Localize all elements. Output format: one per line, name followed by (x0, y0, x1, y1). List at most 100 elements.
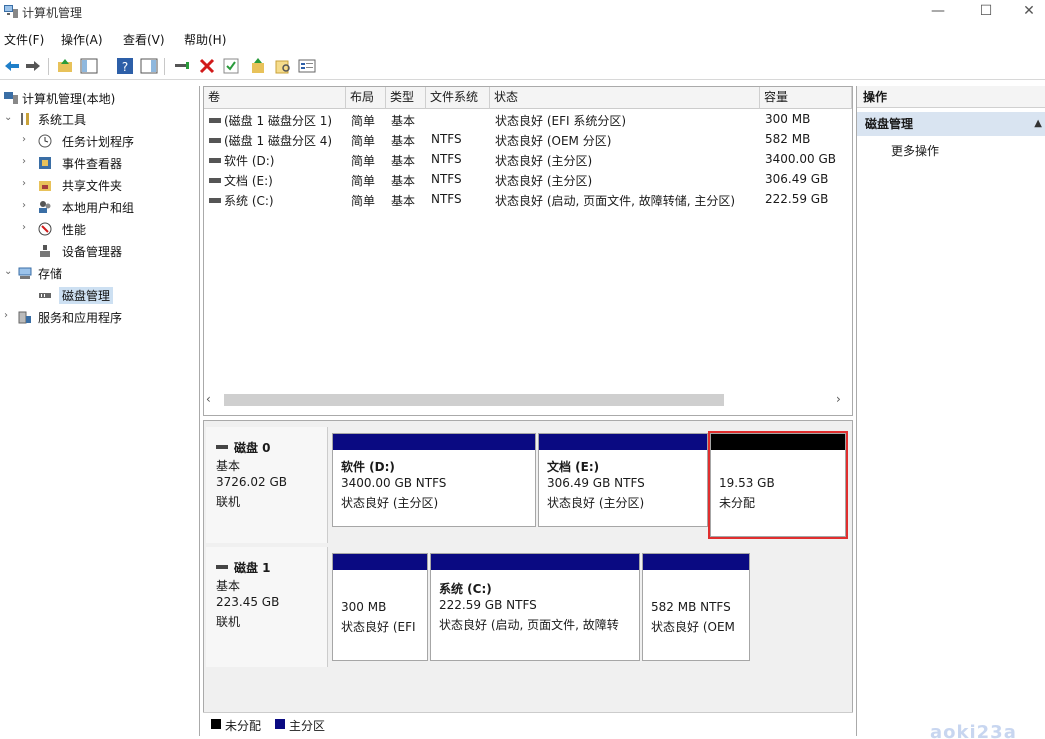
legend-swatch-unallocated (211, 719, 221, 729)
back-arrow-icon[interactable] (3, 57, 21, 75)
column-header-volume[interactable]: 卷 (204, 87, 346, 109)
legend-label-primary: 主分区 (289, 719, 326, 733)
tree-item-disk-management[interactable]: 磁盘管理 (22, 286, 192, 306)
primary-partition-bar (333, 434, 535, 450)
actions-section-disk-management[interactable]: 磁盘管理 ▲ (857, 112, 1045, 136)
table-row[interactable]: 系统 (C:) 简单 基本 NTFS 状态良好 (启动, 页面文件, 故障转储,… (204, 190, 852, 210)
disk-graphical-view: 磁盘 0 基本 3726.02 GB 联机 软件 (D:) 3400.00 GB… (203, 420, 853, 736)
disk-0-label[interactable]: 磁盘 0 基本 3726.02 GB 联机 (206, 427, 328, 543)
volume-list: 卷 布局 类型 文件系统 状态 容量 (磁盘 1 磁盘分区 1) 简单 基本 状… (203, 86, 853, 416)
show-hide-action-pane-icon[interactable] (140, 57, 158, 75)
partition-d[interactable]: 软件 (D:) 3400.00 GB NTFS 状态良好 (主分区) (332, 433, 536, 527)
expand-toggle[interactable]: › (22, 134, 34, 145)
table-row[interactable]: 软件 (D:) 简单 基本 NTFS 状态良好 (主分区) 3400.00 GB (204, 150, 852, 170)
tools-icon (21, 113, 29, 125)
watermark-logo: aoki23a (930, 722, 1017, 739)
svg-text:?: ? (122, 60, 128, 74)
partition-c[interactable]: 系统 (C:) 222.59 GB NTFS 状态良好 (启动, 页面文件, 故… (430, 553, 640, 661)
column-header-layout[interactable]: 布局 (346, 87, 386, 109)
delete-icon[interactable] (198, 57, 216, 75)
help-icon[interactable]: ? (116, 57, 134, 75)
expand-toggle[interactable]: › (4, 310, 16, 321)
properties-icon[interactable] (298, 57, 316, 75)
expand-toggle[interactable]: › (22, 200, 34, 211)
tree-item-shared-folders[interactable]: › 共享文件夹 (22, 176, 192, 196)
up-folder-icon[interactable] (56, 57, 74, 75)
users-icon (39, 201, 51, 213)
device-manager-icon (40, 245, 50, 257)
actions-header: 操作 (857, 86, 1045, 108)
actions-pane: 操作 磁盘管理 ▲ 更多操作 (856, 86, 1045, 736)
primary-partition-bar (643, 554, 749, 570)
table-row[interactable]: (磁盘 1 磁盘分区 4) 简单 基本 NTFS 状态良好 (OEM 分区) 5… (204, 130, 852, 150)
highlight-outline (708, 431, 848, 539)
maximize-button[interactable]: ☐ (966, 2, 1006, 22)
collapse-arrow-icon[interactable]: ▲ (1034, 112, 1042, 136)
column-header-type[interactable]: 类型 (386, 87, 426, 109)
volume-icon (209, 118, 221, 123)
expand-toggle[interactable]: › (22, 222, 34, 233)
tree-item-local-users[interactable]: › 本地用户和组 (22, 198, 192, 218)
storage-icon (18, 267, 32, 279)
partition-e[interactable]: 文档 (E:) 306.49 GB NTFS 状态良好 (主分区) (538, 433, 708, 527)
disk-1-label[interactable]: 磁盘 1 基本 223.45 GB 联机 (206, 547, 328, 667)
expand-toggle[interactable]: ⌄ (4, 112, 16, 123)
scroll-right-arrow-icon[interactable]: › (836, 392, 850, 406)
volume-icon (209, 198, 221, 203)
primary-partition-bar (539, 434, 707, 450)
primary-partition-bar (431, 554, 639, 570)
table-row[interactable]: 文档 (E:) 简单 基本 NTFS 状态良好 (主分区) 306.49 GB (204, 170, 852, 190)
legend-label-unallocated: 未分配 (225, 719, 262, 733)
computer-management-icon (4, 92, 18, 104)
tree-item-device-manager[interactable]: 设备管理器 (22, 242, 192, 262)
disk-icon (216, 445, 228, 449)
tree-item-event-viewer[interactable]: › 事件查看器 (22, 154, 192, 174)
tree-item-system-tools[interactable]: ⌄ 系统工具 (4, 110, 194, 130)
tree-item-performance[interactable]: › 性能 (22, 220, 192, 240)
horizontal-scrollbar[interactable]: ‹ › (203, 390, 853, 410)
menu-help[interactable]: 帮助(H) (184, 31, 226, 48)
window-title: 计算机管理 (22, 6, 83, 20)
minimize-button[interactable]: — (918, 2, 958, 22)
partition-efi[interactable]: 300 MB 状态良好 (EFI (332, 553, 428, 661)
connect-icon[interactable] (173, 57, 191, 75)
volume-icon (209, 158, 221, 163)
more-actions-link[interactable]: 更多操作 (891, 142, 939, 159)
console-tree: 计算机管理(本地) ⌄ 系统工具 › 任务计划程序 › 事件查看器 › 共享文件… (0, 86, 200, 736)
volume-list-header: 卷 布局 类型 文件系统 状态 容量 (204, 87, 852, 109)
import-icon[interactable] (249, 57, 267, 75)
table-row[interactable]: (磁盘 1 磁盘分区 1) 简单 基本 状态良好 (EFI 系统分区) 300 … (204, 110, 852, 130)
search-folder-icon[interactable] (274, 57, 292, 75)
menu-bar: 文件(F) 操作(A) 查看(V) 帮助(H) (0, 28, 1045, 50)
expand-toggle[interactable]: › (22, 178, 34, 189)
menu-action[interactable]: 操作(A) (61, 31, 103, 48)
menu-view[interactable]: 查看(V) (123, 31, 165, 48)
partition-oem[interactable]: 582 MB NTFS 状态良好 (OEM (642, 553, 750, 661)
menu-file[interactable]: 文件(F) (4, 31, 44, 48)
disk-management-icon (39, 293, 51, 298)
column-header-capacity[interactable]: 容量 (760, 87, 852, 109)
check-icon[interactable] (222, 57, 240, 75)
primary-partition-bar (333, 554, 427, 570)
volume-icon (209, 178, 221, 183)
services-icon (18, 311, 31, 324)
show-hide-console-tree-icon[interactable] (80, 57, 98, 75)
expand-toggle[interactable]: › (22, 156, 34, 167)
scroll-left-arrow-icon[interactable]: ‹ (206, 392, 220, 406)
volume-icon (209, 138, 221, 143)
disk-icon (216, 565, 228, 569)
expand-toggle[interactable]: ⌄ (4, 266, 16, 277)
tree-item-services[interactable]: › 服务和应用程序 (4, 308, 194, 328)
event-viewer-icon (39, 157, 51, 169)
tree-item-storage[interactable]: ⌄ 存储 (4, 264, 194, 284)
tree-item-task-scheduler[interactable]: › 任务计划程序 (22, 132, 192, 152)
column-header-status[interactable]: 状态 (490, 87, 760, 109)
title-bar: 计算机管理 — ☐ ✕ (0, 0, 1045, 26)
clock-icon (38, 134, 52, 148)
legend: 未分配 主分区 (203, 712, 853, 736)
computer-management-icon (4, 5, 18, 18)
close-button[interactable]: ✕ (1014, 2, 1044, 22)
column-header-filesystem[interactable]: 文件系统 (426, 87, 490, 109)
forward-arrow-icon[interactable] (24, 57, 42, 75)
scrollbar-thumb[interactable] (224, 394, 724, 406)
